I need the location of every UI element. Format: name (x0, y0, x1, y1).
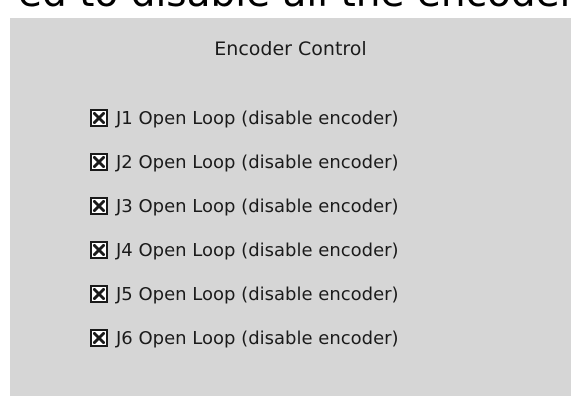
checkbox-row-j6[interactable]: J6 Open Loop (disable encoder) (90, 327, 399, 349)
checkbox-row-j2[interactable]: J2 Open Loop (disable encoder) (90, 151, 399, 173)
x-mark-icon (93, 288, 105, 300)
panel-title: Encoder Control (214, 38, 367, 60)
checkbox-label-j4: J4 Open Loop (disable encoder) (116, 239, 399, 261)
x-mark-icon (93, 244, 105, 256)
checkbox-label-j6: J6 Open Loop (disable encoder) (116, 327, 399, 349)
encoder-checklist: J1 Open Loop (disable encoder) J2 Open L… (90, 107, 399, 349)
checkbox-row-j5[interactable]: J5 Open Loop (disable encoder) (90, 283, 399, 305)
checkbox-j4[interactable] (90, 241, 108, 259)
checkbox-label-j3: J3 Open Loop (disable encoder) (116, 195, 399, 217)
screenshot-page: ed to disable all the encoders. Encoder … (0, 0, 571, 396)
x-mark-icon (93, 156, 105, 168)
checkbox-row-j4[interactable]: J4 Open Loop (disable encoder) (90, 239, 399, 261)
checkbox-row-j3[interactable]: J3 Open Loop (disable encoder) (90, 195, 399, 217)
checkbox-j5[interactable] (90, 285, 108, 303)
checkbox-row-j1[interactable]: J1 Open Loop (disable encoder) (90, 107, 399, 129)
encoder-control-panel: Encoder Control J1 Open Loop (disable en… (10, 18, 571, 396)
x-mark-icon (93, 112, 105, 124)
checkbox-j2[interactable] (90, 153, 108, 171)
checkbox-j3[interactable] (90, 197, 108, 215)
cropped-instruction-text: ed to disable all the encoders. (18, 0, 571, 14)
x-mark-icon (93, 332, 105, 344)
checkbox-j1[interactable] (90, 109, 108, 127)
checkbox-label-j2: J2 Open Loop (disable encoder) (116, 151, 399, 173)
x-mark-icon (93, 200, 105, 212)
checkbox-label-j1: J1 Open Loop (disable encoder) (116, 107, 399, 129)
checkbox-label-j5: J5 Open Loop (disable encoder) (116, 283, 399, 305)
checkbox-j6[interactable] (90, 329, 108, 347)
